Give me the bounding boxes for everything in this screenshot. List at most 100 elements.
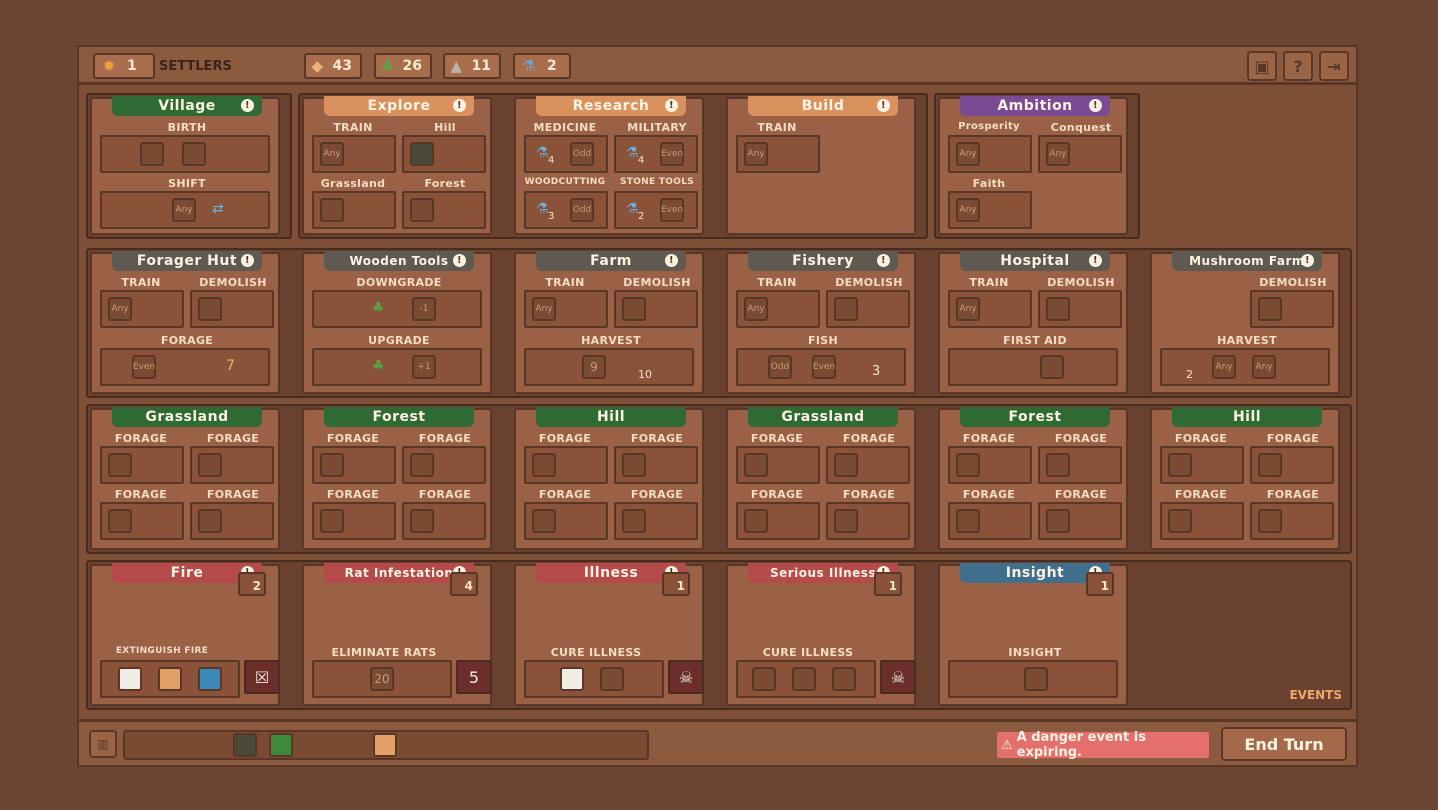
- train-slot[interactable]: Any: [736, 135, 820, 173]
- forage-slot[interactable]: [100, 446, 184, 484]
- first-aid-slot[interactable]: [948, 348, 1118, 386]
- terrain-card[interactable]: Forest FORAGE FORAGE FORAGE FORAGE: [302, 407, 492, 550]
- forage-slot[interactable]: [190, 446, 274, 484]
- medicine-slot[interactable]: ⚗ 4 Odd: [524, 135, 608, 173]
- dice-slot[interactable]: Any: [532, 297, 556, 321]
- dice-slot[interactable]: Odd: [768, 355, 792, 379]
- info-icon[interactable]: !: [241, 254, 254, 267]
- pool-die[interactable]: [373, 733, 397, 757]
- forage-slot[interactable]: [736, 502, 820, 540]
- dice-slot[interactable]: Any: [320, 142, 344, 166]
- train-slot[interactable]: Any: [948, 290, 1032, 328]
- forage-slot[interactable]: [736, 446, 820, 484]
- stats-button[interactable]: ▥: [89, 730, 117, 758]
- dice-slot[interactable]: Any: [1046, 142, 1070, 166]
- dice-slot[interactable]: [1040, 355, 1064, 379]
- forage-slot[interactable]: [1250, 446, 1334, 484]
- extinguish-fire-slot[interactable]: [100, 660, 240, 698]
- forage-slot[interactable]: [100, 502, 184, 540]
- dice-slot[interactable]: Any: [956, 142, 980, 166]
- dice-slot[interactable]: [158, 667, 182, 691]
- dice-slot[interactable]: [622, 509, 646, 533]
- dice-slot[interactable]: [1258, 509, 1282, 533]
- dice-slot[interactable]: Even: [812, 355, 836, 379]
- serious-illness-card[interactable]: Serious Illness! 1 CURE ILLNESS ☠: [726, 563, 916, 706]
- dice-slot[interactable]: [744, 509, 768, 533]
- forage-slot[interactable]: [614, 446, 698, 484]
- demolish-slot[interactable]: [190, 290, 274, 328]
- forage-slot[interactable]: [524, 446, 608, 484]
- dice-slot[interactable]: [832, 667, 856, 691]
- dice-slot[interactable]: [198, 453, 222, 477]
- forage-slot[interactable]: [948, 502, 1032, 540]
- dice-slot[interactable]: Odd: [570, 198, 594, 222]
- rat-infestation-card[interactable]: Rat Infestation! 4 ELIMINATE RATS 20 5: [302, 563, 492, 706]
- info-icon[interactable]: !: [453, 99, 466, 112]
- demolish-slot[interactable]: [614, 290, 698, 328]
- pool-die[interactable]: [233, 733, 257, 757]
- dice-slot[interactable]: [410, 198, 434, 222]
- dice-slot[interactable]: Any: [956, 198, 980, 222]
- forager-hut-card[interactable]: Forager Hut! TRAIN DEMOLISH Any FORAGE E…: [90, 251, 280, 394]
- info-icon[interactable]: !: [1089, 254, 1102, 267]
- harvest-slot[interactable]: 2 Any Any: [1160, 348, 1330, 386]
- dice-slot[interactable]: [410, 509, 434, 533]
- forage-slot[interactable]: [1038, 502, 1122, 540]
- dice-slot[interactable]: [108, 509, 132, 533]
- dice-slot[interactable]: [198, 667, 222, 691]
- terrain-card[interactable]: Grassland FORAGE FORAGE FORAGE FORAGE: [726, 407, 916, 550]
- dice-slot[interactable]: [532, 453, 556, 477]
- demolish-slot[interactable]: [1038, 290, 1122, 328]
- dice-slot[interactable]: [410, 453, 434, 477]
- info-icon[interactable]: !: [1089, 99, 1102, 112]
- dice-slot[interactable]: Any: [108, 297, 132, 321]
- birth-slot[interactable]: [100, 135, 270, 173]
- ambition-card[interactable]: Ambition! Prosperity Conquest Any Any Fa…: [938, 96, 1128, 235]
- grassland-slot[interactable]: [312, 191, 396, 229]
- dice-slot[interactable]: Even: [660, 198, 684, 222]
- dice-slot[interactable]: [1046, 509, 1070, 533]
- upgrade-slot[interactable]: ♣ +1: [312, 348, 482, 386]
- dice-slot[interactable]: [1046, 453, 1070, 477]
- wooden-tools-card[interactable]: Wooden Tools! DOWNGRADE ♣ -1 UPGRADE ♣ +1: [302, 251, 492, 394]
- forest-slot[interactable]: [402, 191, 486, 229]
- dice-slot[interactable]: [532, 509, 556, 533]
- forage-slot[interactable]: [312, 446, 396, 484]
- train-slot[interactable]: Any: [100, 290, 184, 328]
- info-icon[interactable]: !: [877, 254, 890, 267]
- faith-slot[interactable]: Any: [948, 191, 1032, 229]
- train-slot[interactable]: Any: [736, 290, 820, 328]
- train-slot[interactable]: Any: [312, 135, 396, 173]
- fire-event-card[interactable]: Fire! 2 EXTINGUISH FIRE ☒: [90, 563, 280, 706]
- dice-slot[interactable]: [792, 667, 816, 691]
- cure-serious-illness-slot[interactable]: [736, 660, 876, 698]
- dice-slot[interactable]: Any: [744, 142, 768, 166]
- dice-slot[interactable]: Any: [956, 297, 980, 321]
- harvest-slot[interactable]: 9 10: [524, 348, 694, 386]
- forage-slot[interactable]: [1160, 446, 1244, 484]
- help-button[interactable]: ?: [1283, 51, 1313, 81]
- forage-slot[interactable]: [190, 502, 274, 540]
- dice-slot[interactable]: [834, 453, 858, 477]
- insight-slot[interactable]: [948, 660, 1118, 698]
- prosperity-slot[interactable]: Any: [948, 135, 1032, 173]
- conquest-slot[interactable]: Any: [1038, 135, 1122, 173]
- dice-slot[interactable]: 20: [370, 667, 394, 691]
- dice-slot[interactable]: [560, 667, 584, 691]
- dice-slot[interactable]: Any: [744, 297, 768, 321]
- forage-slot[interactable]: Even 7: [100, 348, 270, 386]
- mushroom-farm-card[interactable]: Mushroom Farm! DEMOLISH HARVEST 2 Any Any: [1150, 251, 1340, 394]
- shift-slot[interactable]: Any ⇄: [100, 191, 270, 229]
- train-slot[interactable]: Any: [524, 290, 608, 328]
- fishery-card[interactable]: Fishery! TRAIN DEMOLISH Any FISH Odd Even…: [726, 251, 916, 394]
- dice-slot[interactable]: [140, 142, 164, 166]
- dice-slot[interactable]: 9: [582, 355, 606, 379]
- forage-slot[interactable]: [826, 502, 910, 540]
- pool-die[interactable]: [269, 733, 293, 757]
- illness-card[interactable]: Illness! 1 CURE ILLNESS ☠: [514, 563, 704, 706]
- dice-slot[interactable]: [320, 198, 344, 222]
- dice-slot[interactable]: Any: [1212, 355, 1236, 379]
- save-button[interactable]: ▣: [1247, 51, 1277, 81]
- exit-button[interactable]: ⇥: [1319, 51, 1349, 81]
- dice-slot[interactable]: [1258, 453, 1282, 477]
